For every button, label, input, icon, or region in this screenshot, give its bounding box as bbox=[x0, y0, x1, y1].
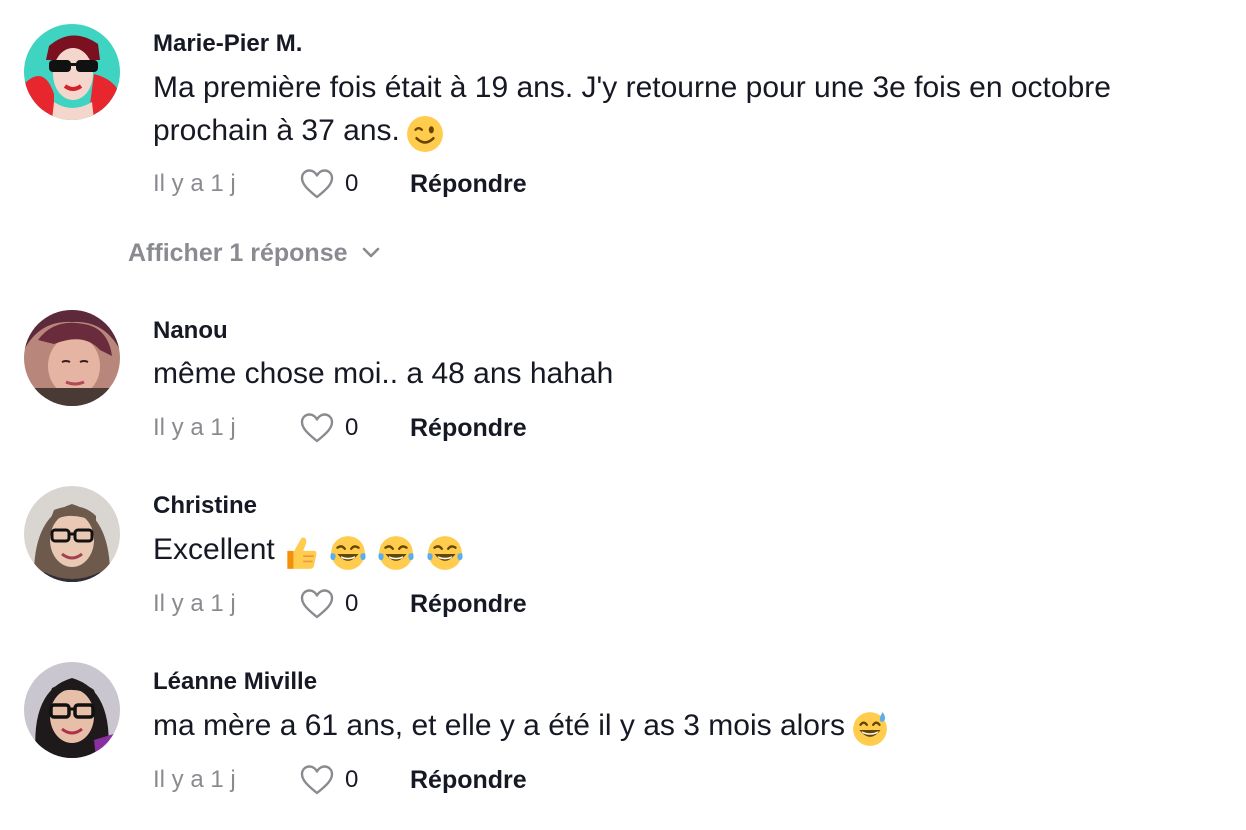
emoji-group bbox=[281, 534, 466, 577]
comment-text-content: Excellent bbox=[153, 533, 275, 566]
reply-button[interactable]: Répondre bbox=[410, 170, 527, 199]
comment-timestamp: Il y a 1 j bbox=[153, 170, 236, 197]
reply-button[interactable]: Répondre bbox=[410, 414, 527, 443]
chevron-down-icon[interactable] bbox=[362, 247, 380, 259]
emoji-group bbox=[406, 115, 446, 158]
like-button[interactable]: 0 bbox=[299, 588, 410, 620]
like-button[interactable]: 0 bbox=[299, 168, 410, 200]
comment-text: ma mère a 61 ans, et elle y a été il y a… bbox=[153, 704, 1233, 753]
heart-icon[interactable] bbox=[299, 764, 335, 796]
show-replies-label[interactable]: Afficher 1 réponse bbox=[128, 239, 348, 268]
reply-button[interactable]: Répondre bbox=[410, 590, 527, 619]
like-count: 0 bbox=[345, 766, 359, 793]
reply-button[interactable]: Répondre bbox=[410, 766, 527, 795]
comment-author[interactable]: Nanou bbox=[153, 317, 228, 345]
winking-face-icon bbox=[406, 116, 443, 152]
avatar[interactable] bbox=[24, 486, 120, 582]
comment-author[interactable]: Marie-Pier M. bbox=[153, 30, 302, 58]
tears-of-joy-icon bbox=[378, 536, 415, 570]
comment-meta: Il y a 1 j 0 Répondre bbox=[153, 411, 527, 445]
tears-of-joy-icon bbox=[330, 536, 366, 570]
comment-text-content: ma mère a 61 ans, et elle y a été il y a… bbox=[153, 709, 845, 742]
comment-meta: Il y a 1 j 0 Répondre bbox=[153, 167, 527, 201]
avatar[interactable] bbox=[24, 24, 120, 120]
avatar[interactable] bbox=[24, 310, 120, 406]
comment-text-content: Ma première fois était à 19 ans. J'y ret… bbox=[153, 71, 1111, 147]
like-count: 0 bbox=[345, 590, 359, 617]
comment-author[interactable]: Léanne Miville bbox=[153, 668, 317, 696]
comment-author[interactable]: Christine bbox=[153, 492, 257, 520]
comment-meta: Il y a 1 j 0 Répondre bbox=[153, 763, 527, 797]
show-replies-button[interactable]: Afficher 1 réponse bbox=[128, 236, 380, 270]
emoji-group bbox=[851, 710, 891, 753]
like-count: 0 bbox=[345, 414, 359, 441]
comment-text-content: même chose moi.. a 48 ans hahah bbox=[153, 357, 614, 390]
comment-text: Excellent bbox=[153, 528, 1233, 577]
heart-icon[interactable] bbox=[299, 412, 335, 444]
comment-timestamp: Il y a 1 j bbox=[153, 766, 236, 793]
comment-text: Ma première fois était à 19 ans. J'y ret… bbox=[153, 66, 1233, 158]
heart-icon[interactable] bbox=[299, 168, 335, 200]
avatar[interactable] bbox=[24, 662, 120, 758]
thumbs-up-icon bbox=[287, 537, 317, 569]
comment-timestamp: Il y a 1 j bbox=[153, 590, 236, 617]
comment-meta: Il y a 1 j 0 Répondre bbox=[153, 587, 527, 621]
like-button[interactable]: 0 bbox=[299, 764, 410, 796]
grinning-sweat-icon bbox=[853, 712, 887, 746]
comment-text: même chose moi.. a 48 ans hahah bbox=[153, 352, 1233, 395]
comment-timestamp: Il y a 1 j bbox=[153, 414, 236, 441]
tears-of-joy-icon bbox=[427, 536, 463, 570]
like-count: 0 bbox=[345, 170, 359, 197]
like-button[interactable]: 0 bbox=[299, 412, 410, 444]
heart-icon[interactable] bbox=[299, 588, 335, 620]
